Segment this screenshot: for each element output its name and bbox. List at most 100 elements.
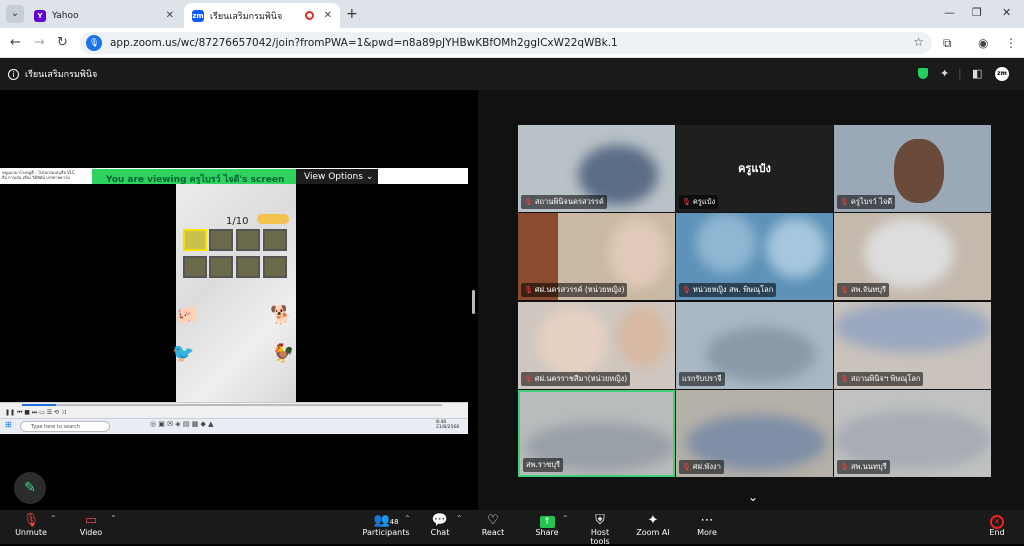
vlc-menu-text: สื่อ การเล่น เสียง วิดีทัศน์ บรรยายความ — [2, 175, 70, 180]
participant-tile[interactable]: 🎙 ศฝ.พังงา — [676, 390, 833, 477]
participant-tile[interactable]: 🎙 ศฝ.นครสวรรค์ (หน่วยหญิง) — [518, 213, 675, 300]
participant-name: แรกรับปราจี — [682, 374, 722, 383]
profile-icon[interactable]: ◉ — [978, 36, 988, 50]
sparkle-icon[interactable]: ✦ — [940, 67, 949, 80]
zoom-favicon-icon: zm — [192, 9, 204, 22]
heart-icon: ♡ — [487, 513, 499, 528]
restore-icon[interactable]: ❐ — [972, 6, 982, 19]
url-field[interactable]: 🎙 app.zoom.us/wc/87276657042/join?fromPW… — [80, 32, 932, 54]
muted-mic-icon: 🎙 — [840, 463, 849, 471]
video-button[interactable]: ▭ Video — [76, 513, 106, 537]
taskbar-clock: 8:48 21/8/2568 — [436, 420, 459, 430]
participant-tile[interactable]: 🎙 สถานพินิจนครสวรรค์ — [518, 125, 675, 212]
tab-search-icon[interactable]: ⌄ — [6, 5, 24, 23]
muted-mic-icon: 🎙 — [840, 286, 849, 294]
playback-progress-fill — [22, 404, 56, 406]
view-layout-icon[interactable]: ◧ — [972, 67, 982, 80]
host-tools-button[interactable]: ⛨ Host tools — [580, 513, 620, 546]
panel-resize-handle[interactable] — [472, 290, 475, 314]
tab-zoom-meeting[interactable]: zm เรียนเสริมกรมพินิจ ✕ — [184, 3, 340, 28]
participant-video — [894, 139, 944, 203]
game-counter: 1/10 — [226, 216, 249, 227]
participant-tile[interactable]: 🎙 หน่วยหญิง สพ. พิษณุโลก — [676, 213, 833, 300]
taskbar-search[interactable]: Type here to search — [20, 421, 110, 432]
clock-date: 21/8/2568 — [436, 425, 460, 430]
browser-menu-icon[interactable]: ⋮ — [1005, 36, 1017, 50]
vlc-play-controls-icon[interactable]: ❚❚ ⏮ ■ ⏭ ▭ ☰ ⟲ ⤨ — [5, 409, 66, 417]
video-options-chevron-icon[interactable]: ⌃ — [110, 514, 117, 523]
more-button[interactable]: ⋯ More — [694, 513, 720, 537]
tab-close-icon[interactable]: ✕ — [324, 10, 332, 21]
game-logo-icon — [257, 214, 289, 224]
browser-tab-bar: ⌄ Y Yahoo ✕ zm เรียนเสริมกรมพินิจ ✕ + — … — [0, 0, 1024, 28]
bookmark-star-icon[interactable]: ☆ — [913, 35, 924, 49]
playback-progress-bar[interactable] — [22, 404, 442, 406]
participant-name-tag: 🎙 สถานพินิจนครสวรรค์ — [521, 195, 607, 209]
new-tab-button[interactable]: + — [346, 6, 358, 22]
participant-tile-active-speaker[interactable]: สพ.ราชบุรี — [518, 390, 675, 477]
game-tile — [236, 229, 260, 251]
share-screen-icon: ↑ — [539, 516, 555, 528]
window-close-icon[interactable]: ✕ — [1002, 6, 1011, 19]
participant-name-tag: 🎙 สพ.นนทบุรี — [837, 460, 890, 474]
extensions-icon[interactable]: ⧉ — [943, 36, 952, 51]
participant-name: ศฝ.นครราชสีมา(หน่วยหญิง) — [534, 374, 628, 383]
blurred-face — [696, 213, 756, 273]
participant-name-tag: 🎙 ครูแป๋ง — [679, 195, 719, 209]
gallery-next-page-chevron-icon[interactable]: ⌄ — [748, 490, 758, 504]
view-options-label: View Options — [304, 172, 363, 182]
participant-tile[interactable]: 🎙 สถานพินิจฯ พิษณุโลก — [834, 302, 991, 389]
end-button[interactable]: ✕ End — [984, 513, 1010, 537]
windows-start-icon[interactable]: ⊞ — [5, 420, 12, 429]
chat-button[interactable]: 💬 Chat — [428, 513, 452, 537]
share-button[interactable]: ↑ Share — [534, 513, 560, 537]
participant-tile[interactable]: แรกรับปราจี — [676, 302, 833, 389]
reload-icon[interactable]: ↻ — [57, 35, 68, 50]
muted-mic-icon: 🎙 — [22, 513, 40, 528]
video-label: Video — [79, 528, 103, 537]
vlc-window-title: หนูแมวมาโรงหมูตี - โปรแกรมเล่นสื่อ VLC ส… — [2, 170, 90, 180]
participant-name-tag: 🎙 สถานพินิจฯ พิษณุโลก — [837, 372, 924, 386]
participant-tile[interactable]: 🎙 สพ.จันทบุรี — [834, 213, 991, 300]
unmute-button[interactable]: 🎙 Unmute — [14, 513, 48, 537]
end-call-icon: ✕ — [990, 515, 1004, 529]
tab-yahoo[interactable]: Y Yahoo ✕ — [26, 3, 182, 28]
crow-icon: 🐦 — [172, 343, 195, 364]
participant-name-tag: 🎙 ศฝ.พังงา — [679, 460, 724, 474]
tab-title: Yahoo — [52, 10, 79, 21]
participant-name: ศฝ.พังงา — [692, 462, 721, 471]
react-button[interactable]: ♡ React — [480, 513, 506, 537]
annotate-pencil-icon[interactable]: ✎ — [14, 472, 46, 504]
view-options-button[interactable]: View Options ⌄ — [296, 169, 378, 185]
meeting-info-button[interactable]: i เรียนเสริมกรมพินิจ — [8, 67, 97, 81]
back-arrow-icon[interactable]: ← — [10, 35, 21, 50]
muted-mic-icon: 🎙 — [524, 198, 533, 206]
participant-tile[interactable]: 🎙 สพ.นนทบุรี — [834, 390, 991, 477]
taskbar-apps-icon[interactable]: ◎ ▣ ✉ ◈ ▤ ▦ ◆ ▲ — [150, 420, 214, 428]
minimize-icon[interactable]: — — [944, 6, 955, 19]
address-bar: ← → ↻ 🎙 app.zoom.us/wc/87276657042/join?… — [0, 28, 1024, 58]
meeting-toolbar — [0, 510, 1024, 544]
url-text: app.zoom.us/wc/87276657042/join?fromPWA=… — [110, 37, 618, 49]
zoom-ai-button[interactable]: ✦ Zoom AI — [636, 513, 670, 537]
react-label: React — [481, 528, 505, 537]
participant-tile[interactable]: 🎙 ศฝ.นครราชสีมา(หน่วยหญิง) — [518, 302, 675, 389]
forward-arrow-icon[interactable]: → — [34, 35, 45, 50]
participant-tile[interactable]: ครูแป๋ง 🎙 ครูแป๋ง — [676, 125, 833, 212]
participant-tile[interactable]: 🎙 ครูไบรว์ ไจดี — [834, 125, 991, 212]
chat-options-chevron-icon[interactable]: ⌃ — [456, 514, 463, 523]
tab-close-icon[interactable]: ✕ — [166, 10, 174, 21]
participant-name: สพ.นนทบุรี — [850, 462, 887, 471]
audio-options-chevron-icon[interactable]: ⌃ — [50, 514, 57, 523]
participants-options-chevron-icon[interactable]: ⌃ — [404, 514, 411, 523]
participants-button[interactable]: 👥48 Participants — [362, 513, 410, 537]
encryption-shield-icon[interactable] — [918, 68, 928, 79]
participant-name: สพ.ราชบุรี — [526, 460, 561, 469]
blurred-face — [864, 218, 954, 288]
participant-name: หน่วยหญิง สพ. พิษณุโลก — [692, 285, 774, 294]
mic-permission-icon[interactable]: 🎙 — [86, 35, 102, 51]
participants-label: Participants — [362, 528, 410, 537]
share-options-chevron-icon[interactable]: ⌃ — [562, 514, 569, 523]
muted-mic-icon: 🎙 — [682, 463, 691, 471]
viewing-banner: You are viewing ครูไบรว์ ไจดี's screen — [92, 169, 296, 185]
